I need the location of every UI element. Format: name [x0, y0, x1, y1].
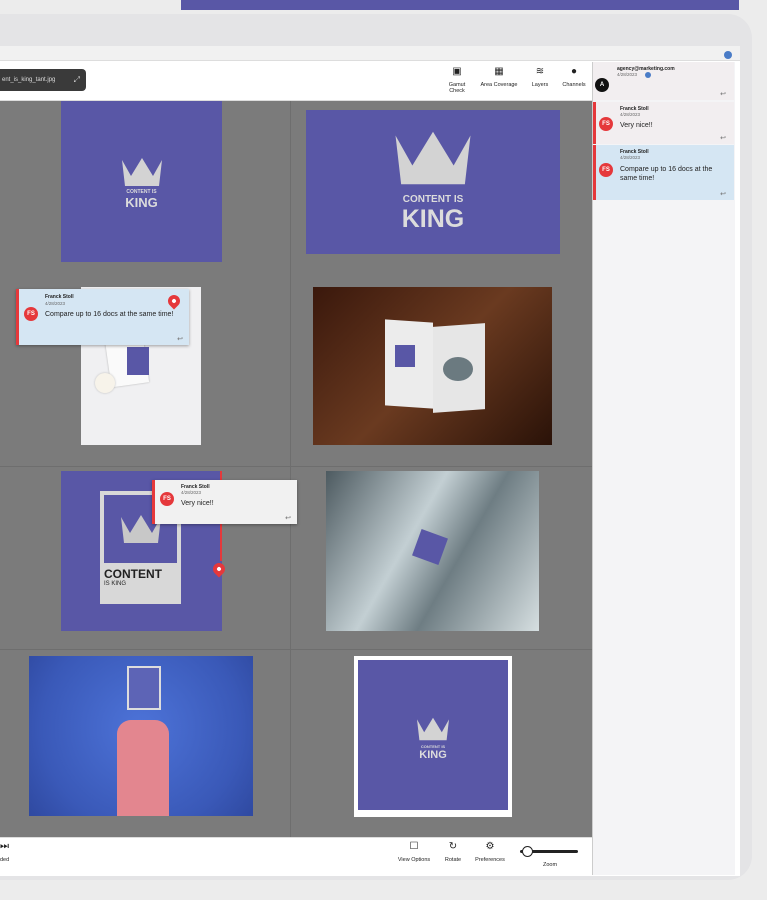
browser-bar: [0, 46, 740, 61]
rotate-icon: ↻: [448, 841, 458, 852]
cube-image: [412, 529, 448, 565]
layers-icon: ≋: [535, 66, 545, 77]
comment-date: 4/28/2023: [45, 301, 66, 306]
view-options-icon: ☐: [409, 841, 419, 852]
booklet-cover: [127, 347, 149, 375]
logo-line2: KING: [125, 195, 158, 210]
book-wave-image: [443, 357, 473, 381]
logo-line2: KING: [419, 749, 447, 761]
top-accent-bar: [181, 0, 739, 10]
left-tool-label: ded: [0, 857, 10, 863]
layers-label: Layers: [531, 82, 549, 88]
gamut-check-label: Gamut Check: [448, 82, 466, 94]
preferences-icon: ⚙: [485, 841, 495, 852]
channels-button[interactable]: ● Channels: [558, 66, 590, 88]
crown-icon: [395, 131, 471, 185]
avatar: A: [595, 78, 609, 92]
comment-item[interactable]: A agency@marketing.com 4/28/2023 ↩: [593, 62, 734, 100]
doc-tile-8-inner: CONTENT IS KING: [358, 660, 508, 810]
doc-tile-2[interactable]: CONTENT IS KING: [306, 110, 560, 254]
preferences-label: Preferences: [475, 857, 505, 863]
comment-date: 4/28/2023: [617, 72, 638, 77]
poster-line1: CONTENT: [104, 567, 162, 581]
avatar: FS: [599, 117, 613, 131]
filename-label: ent_is_king_tant.jpg: [2, 77, 56, 83]
reply-icon[interactable]: ↩: [177, 335, 183, 343]
rotate-button[interactable]: ↻ Rotate: [440, 841, 466, 863]
comment-item-selected[interactable]: FS Franck Stoll 4/28/2023 Compare up to …: [593, 145, 734, 200]
avatar: FS: [24, 307, 38, 321]
view-options-button[interactable]: ☐ View Options: [396, 841, 432, 863]
area-coverage-label: Area Coverage: [480, 82, 518, 88]
avatar: FS: [599, 163, 613, 177]
logo-line2: KING: [401, 205, 465, 233]
comment-text: Very nice!!: [181, 500, 214, 507]
comment-text: Compare up to 16 docs at the same time!: [45, 311, 174, 318]
reply-icon[interactable]: ↩: [720, 134, 726, 142]
gamut-icon: ▣: [452, 66, 462, 77]
view-options-label: View Options: [397, 857, 431, 863]
reply-icon[interactable]: ↩: [720, 190, 726, 198]
grid-divider: [0, 466, 592, 467]
grid-divider: [290, 101, 291, 837]
avatar: FS: [160, 492, 174, 506]
layers-button[interactable]: ≋ Layers: [526, 66, 554, 88]
doc-tile-8[interactable]: CONTENT IS KING: [354, 656, 512, 817]
comment-text: Compare up to 16 docs at the same time!: [620, 166, 713, 182]
extension-icon[interactable]: [724, 51, 732, 59]
left-tool-button[interactable]: ⏭ ded: [0, 841, 14, 863]
canvas-comment-popup-1[interactable]: FS Franck Stoll 4/28/2023 Compare up to …: [16, 289, 189, 345]
next-icon: ⏭: [0, 841, 9, 852]
comment-date: 4/28/2023: [620, 112, 641, 117]
crown-icon: [121, 158, 162, 186]
doc-tile-1[interactable]: CONTENT IS KING: [61, 101, 222, 262]
gamut-check-button[interactable]: ▣ Gamut Check: [442, 66, 472, 94]
zoom-slider-handle[interactable]: [522, 846, 533, 857]
channels-label: Channels: [562, 82, 586, 88]
comment-date: 4/28/2023: [620, 155, 641, 160]
comment-text: Very nice!!: [620, 122, 653, 129]
poster-line2: IS KING: [104, 581, 127, 587]
canvas-comment-popup-2[interactable]: FS Franck Stoll 4/28/2023 Very nice!! ↩: [152, 480, 297, 524]
rotate-label: Rotate: [444, 857, 462, 863]
logo-line1: CONTENT IS: [402, 194, 464, 205]
coffee-cup-image: [95, 373, 115, 393]
filename-tab[interactable]: ent_is_king_tant.jpg ⤢: [0, 69, 86, 91]
area-coverage-button[interactable]: ▦ Area Coverage: [476, 66, 522, 88]
doc-tile-7[interactable]: [29, 656, 253, 816]
crown-icon: [417, 717, 449, 741]
held-tablet: [127, 666, 161, 710]
area-coverage-icon: ▦: [494, 66, 504, 77]
person-figure: [117, 720, 169, 816]
zoom-label-wrap: Zoom: [536, 862, 564, 868]
status-dot: [645, 72, 651, 78]
doc-tile-6[interactable]: [326, 471, 539, 631]
doc-tile-4[interactable]: [313, 287, 552, 445]
comment-item[interactable]: FS Franck Stoll 4/28/2023 Very nice!! ↩: [593, 102, 734, 144]
preferences-button[interactable]: ⚙ Preferences: [470, 841, 510, 863]
reply-icon[interactable]: ↩: [720, 90, 726, 98]
expand-icon[interactable]: ⤢: [74, 69, 80, 91]
channels-icon: ●: [570, 66, 578, 77]
grid-divider: [0, 649, 592, 650]
comment-date: 4/28/2023: [181, 490, 202, 495]
book-logo-mark: [395, 345, 415, 367]
reply-icon[interactable]: ↩: [285, 514, 291, 522]
zoom-label: Zoom: [542, 862, 558, 868]
comment-author: Franck Stoll: [45, 294, 74, 300]
